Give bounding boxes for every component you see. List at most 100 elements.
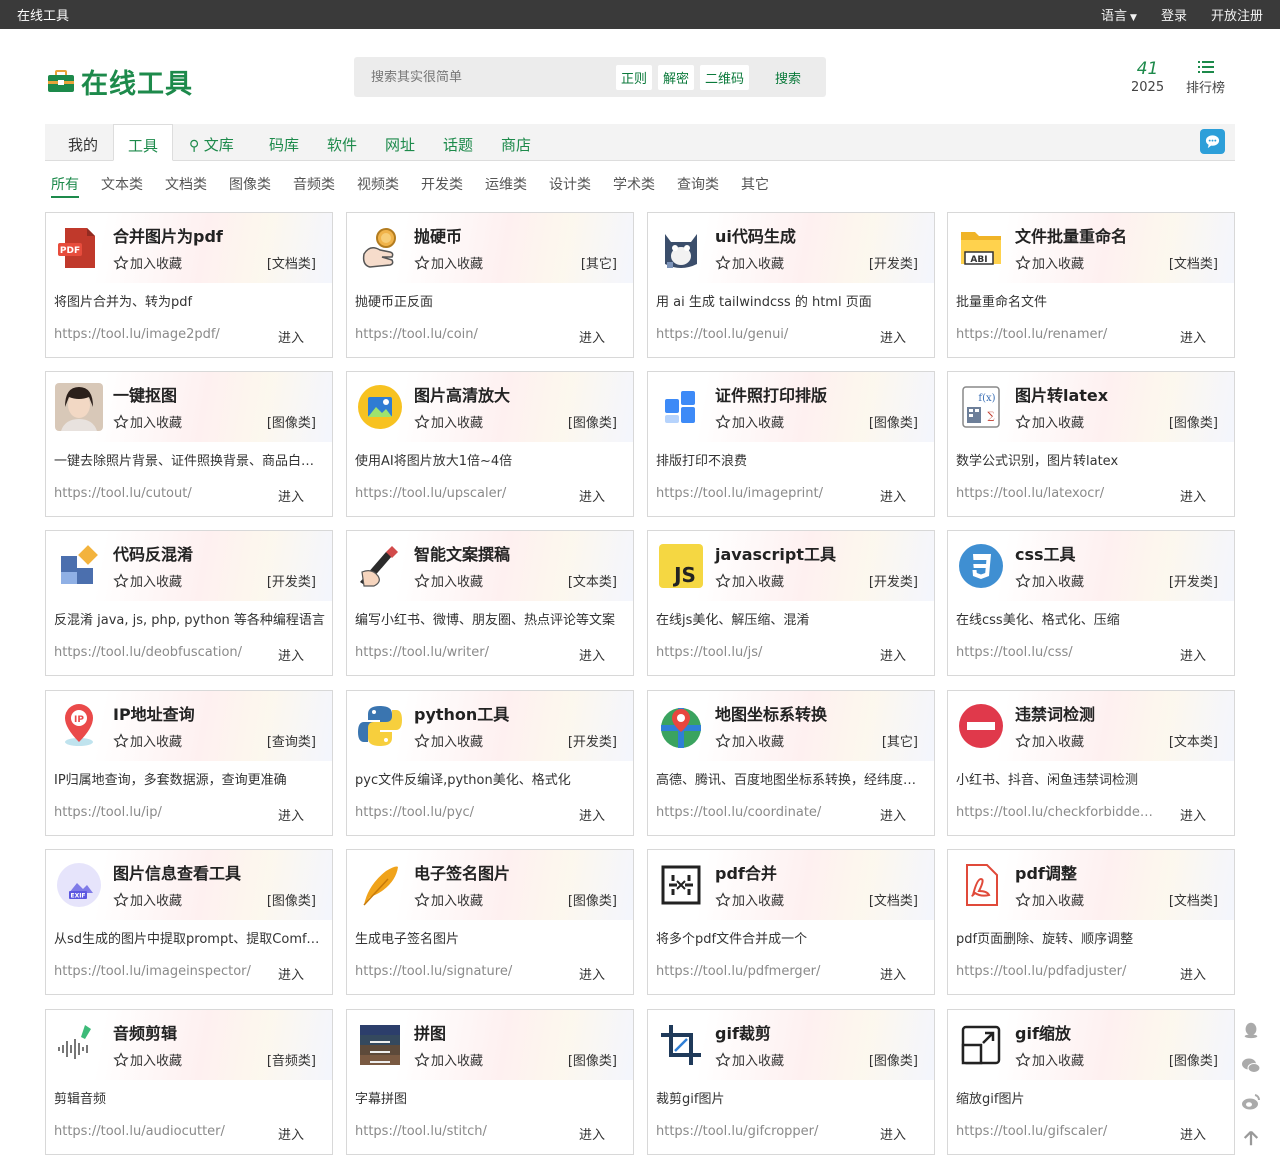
enter-link[interactable]: 进入	[579, 964, 605, 983]
puzzle-icon[interactable]	[55, 542, 103, 590]
cat-academic[interactable]: 学术类	[613, 174, 655, 198]
register-link[interactable]: 开放注册	[1211, 5, 1263, 24]
tool-card[interactable]: 拼图 加入收藏 [图像类] 字幕拼图 https://tool.lu/stitch/进入	[346, 1009, 634, 1155]
favorite-button[interactable]: 加入收藏	[414, 571, 483, 590]
tool-url[interactable]: https://tool.lu/image2pdf/	[54, 327, 254, 342]
favorite-button[interactable]: 加入收藏	[414, 1050, 483, 1069]
tab-docs[interactable]: ⚲ 文库	[175, 124, 248, 161]
tool-url[interactable]: https://tool.lu/checkforbiddenwords/	[956, 805, 1156, 820]
enter-link[interactable]: 进入	[880, 1124, 906, 1143]
back-to-top-icon[interactable]	[1241, 1128, 1261, 1148]
favorite-button[interactable]: 加入收藏	[1015, 412, 1084, 431]
robot-cat-icon[interactable]	[657, 224, 705, 272]
tool-name[interactable]: 代码反混淆	[113, 541, 193, 565]
tool-card[interactable]: pdf调整 加入收藏 [文档类] pdf页面删除、旋转、顺序调整 https://too…	[947, 849, 1235, 995]
formula-icon[interactable]: f(x) ∑	[957, 383, 1005, 431]
tool-name[interactable]: 证件照打印排版	[715, 382, 827, 406]
enter-link[interactable]: 进入	[278, 327, 304, 346]
tool-url[interactable]: https://tool.lu/css/	[956, 645, 1156, 660]
tool-card[interactable]: PDF 合并图片为pdf 加入收藏 [文档类] 将图片合并为、转为pdf https://…	[45, 212, 333, 358]
favorite-button[interactable]: 加入收藏	[414, 731, 483, 750]
crop-icon[interactable]	[657, 1021, 705, 1069]
enter-link[interactable]: 进入	[278, 1124, 304, 1143]
search-tag-regex[interactable]: 正则	[615, 64, 652, 90]
favorite-button[interactable]: 加入收藏	[414, 412, 483, 431]
feather-icon[interactable]	[356, 861, 404, 909]
tool-card[interactable]: css工具 加入收藏 [开发类] 在线css美化、格式化、压缩 https://tool…	[947, 530, 1235, 676]
tool-card[interactable]: gif缩放 加入收藏 [图像类] 缩放gif图片 https://tool.lu/gif…	[947, 1009, 1235, 1155]
favorite-button[interactable]: 加入收藏	[414, 253, 483, 272]
exif-icon[interactable]: EXIF	[55, 861, 103, 909]
tool-name[interactable]: 合并图片为pdf	[113, 223, 223, 247]
tool-url[interactable]: https://tool.lu/js/	[656, 645, 856, 660]
tool-url[interactable]: https://tool.lu/gifcropper/	[656, 1124, 856, 1139]
cat-other[interactable]: 其它	[741, 174, 769, 198]
tool-name[interactable]: 电子签名图片	[414, 860, 510, 884]
enter-link[interactable]: 进入	[1180, 645, 1206, 664]
tool-name[interactable]: 文件批量重命名	[1015, 223, 1127, 247]
tab-mine[interactable]: 我的	[54, 124, 112, 161]
portrait-icon[interactable]	[55, 383, 103, 431]
top-brand-link[interactable]: 在线工具	[17, 5, 69, 24]
tool-name[interactable]: pdf调整	[1015, 860, 1077, 884]
forbidden-icon[interactable]	[957, 702, 1005, 750]
tool-name[interactable]: 图片转latex	[1015, 382, 1108, 406]
tool-url[interactable]: https://tool.lu/deobfuscation/	[54, 645, 254, 660]
tool-card[interactable]: 违禁词检测 加入收藏 [文本类] 小红书、抖音、闲鱼违禁词检测 https://tool…	[947, 690, 1235, 836]
image-upscale-icon[interactable]	[356, 383, 404, 431]
tool-url[interactable]: https://tool.lu/cutout/	[54, 486, 254, 501]
cat-query[interactable]: 查询类	[677, 174, 719, 198]
qq-icon[interactable]	[1241, 1020, 1261, 1040]
ip-pin-icon[interactable]: IP	[55, 702, 103, 750]
cat-text[interactable]: 文本类	[101, 174, 143, 198]
favorite-button[interactable]: 加入收藏	[1015, 571, 1084, 590]
tool-name[interactable]: javascript工具	[715, 541, 836, 565]
scale-icon[interactable]	[957, 1021, 1005, 1069]
tab-shop[interactable]: 商店	[487, 124, 545, 161]
cat-document[interactable]: 文档类	[165, 174, 207, 198]
tool-name[interactable]: 违禁词检测	[1015, 701, 1095, 725]
favorite-button[interactable]: 加入收藏	[113, 1050, 182, 1069]
login-link[interactable]: 登录	[1161, 5, 1187, 24]
tool-url[interactable]: https://tool.lu/pyc/	[355, 805, 555, 820]
blue-squares-icon[interactable]	[657, 383, 705, 431]
favorite-button[interactable]: 加入收藏	[1015, 1050, 1084, 1069]
tool-card[interactable]: 电子签名图片 加入收藏 [图像类] 生成电子签名图片 https://tool.lu/s…	[346, 849, 634, 995]
favorite-button[interactable]: 加入收藏	[113, 890, 182, 909]
photo-stitch-icon[interactable]	[356, 1021, 404, 1069]
enter-link[interactable]: 进入	[278, 964, 304, 983]
weibo-icon[interactable]	[1241, 1092, 1261, 1112]
favorite-button[interactable]: 加入收藏	[715, 571, 784, 590]
tool-url[interactable]: https://tool.lu/signature/	[355, 964, 555, 979]
tool-card[interactable]: 一键抠图 加入收藏 [图像类] 一键去除照片背景、证件照换背景、商品白底图 https:…	[45, 371, 333, 517]
coin-flip-icon[interactable]	[356, 224, 404, 272]
enter-link[interactable]: 进入	[278, 486, 304, 505]
tool-url[interactable]: https://tool.lu/audiocutter/	[54, 1124, 254, 1139]
favorite-button[interactable]: 加入收藏	[715, 890, 784, 909]
enter-link[interactable]: 进入	[880, 805, 906, 824]
tool-card[interactable]: 图片高清放大 加入收藏 [图像类] 使用AI将图片放大1倍~4倍 https://too…	[346, 371, 634, 517]
rank-link[interactable]: 排行榜	[1186, 59, 1225, 96]
tool-url[interactable]: https://tool.lu/upscaler/	[355, 486, 555, 501]
tool-url[interactable]: https://tool.lu/coin/	[355, 327, 555, 342]
favorite-button[interactable]: 加入收藏	[1015, 253, 1084, 272]
favorite-button[interactable]: 加入收藏	[113, 412, 182, 431]
tool-url[interactable]: https://tool.lu/coordinate/	[656, 805, 856, 820]
enter-link[interactable]: 进入	[278, 645, 304, 664]
enter-link[interactable]: 进入	[1180, 1124, 1206, 1143]
folder-rename-icon[interactable]: ABI	[957, 224, 1005, 272]
tool-card[interactable]: 智能文案撰稿 加入收藏 [文本类] 编写小红书、微博、朋友圈、热点评论等文案 https…	[346, 530, 634, 676]
tool-card[interactable]: IP IP地址查询 加入收藏 [查询类] IP归属地查询，多套数据源，查询更准确 http…	[45, 690, 333, 836]
enter-link[interactable]: 进入	[278, 805, 304, 824]
tool-card[interactable]: gif裁剪 加入收藏 [图像类] 裁剪gif图片 https://tool.lu/gif…	[647, 1009, 935, 1155]
tool-card[interactable]: 抛硬币 加入收藏 [其它] 抛硬币正反面 https://tool.lu/coin/进入	[346, 212, 634, 358]
tool-url[interactable]: https://tool.lu/imageprint/	[656, 486, 856, 501]
search-tag-decrypt[interactable]: 解密	[657, 64, 694, 90]
css3-icon[interactable]	[957, 542, 1005, 590]
tool-url[interactable]: https://tool.lu/renamer/	[956, 327, 1156, 342]
tool-name[interactable]: ui代码生成	[715, 223, 796, 247]
tool-card[interactable]: ui代码生成 加入收藏 [开发类] 用 ai 生成 tailwindcss 的 htm…	[647, 212, 935, 358]
search-tag-qrcode[interactable]: 二维码	[699, 64, 749, 90]
tool-card[interactable]: EXIF 图片信息查看工具 加入收藏 [图像类] 从sd生成的图片中提取prompt、提…	[45, 849, 333, 995]
tool-url[interactable]: https://tool.lu/pdfmerger/	[656, 964, 856, 979]
